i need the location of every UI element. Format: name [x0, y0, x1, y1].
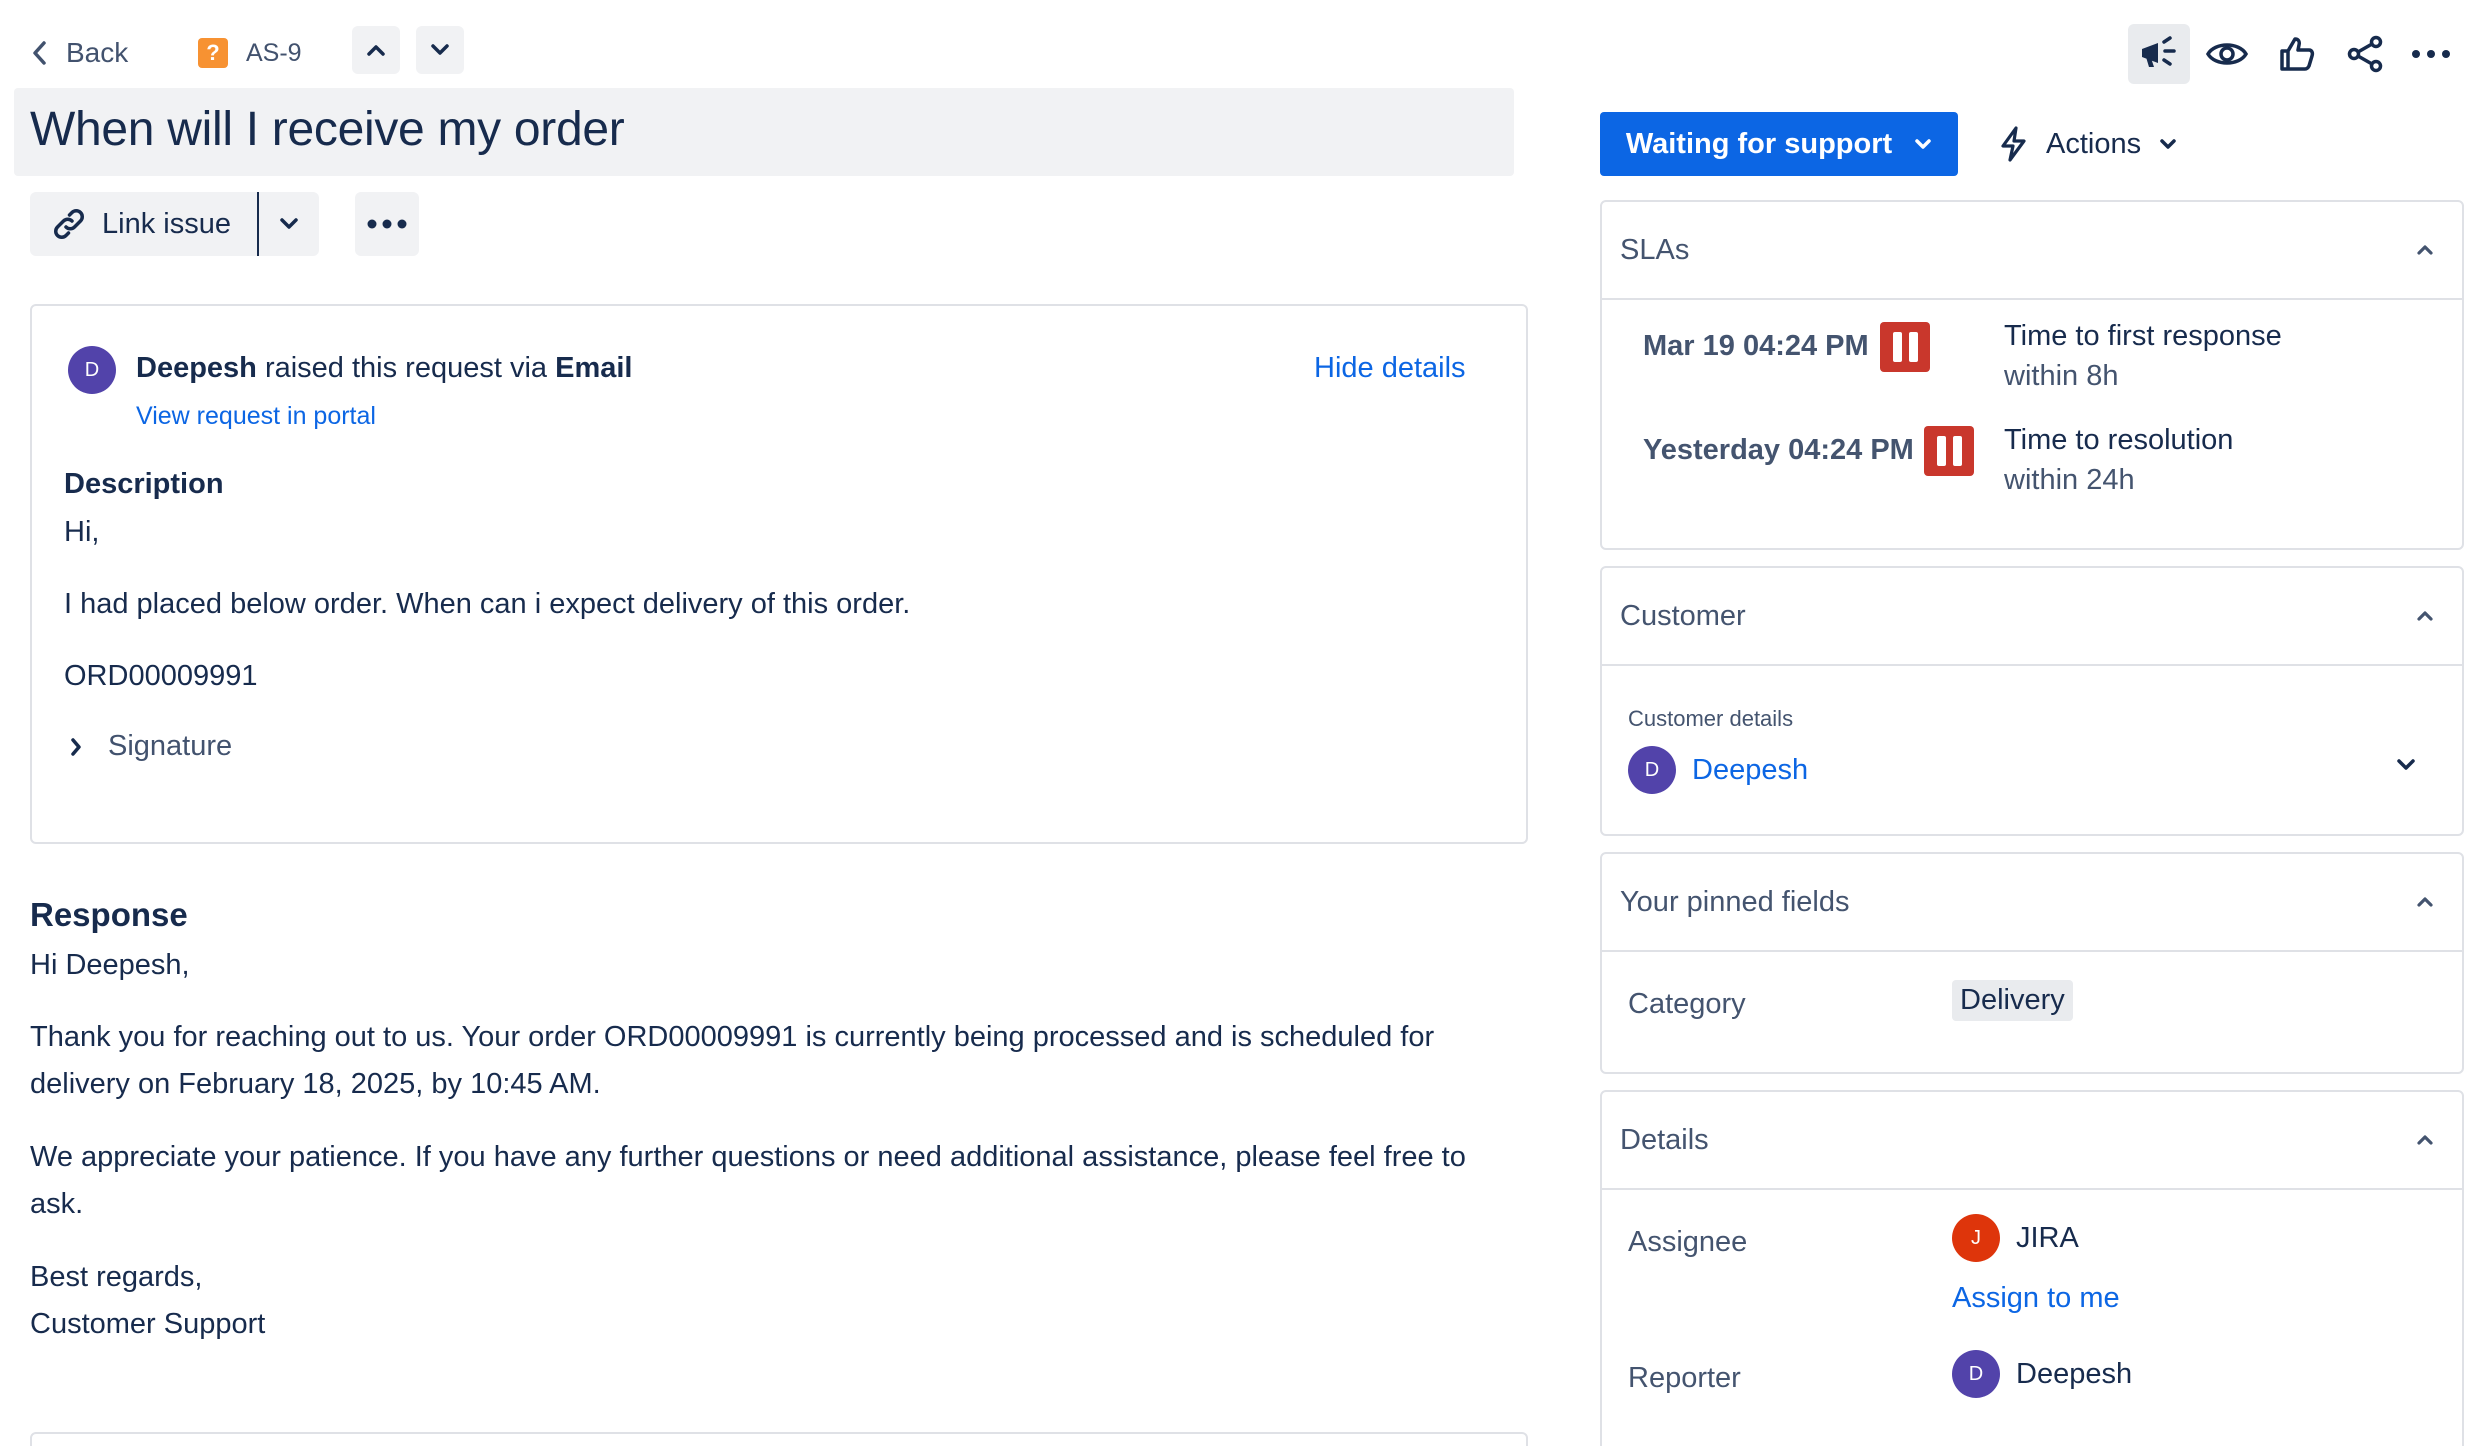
raised-via-text: raised this request via	[264, 352, 548, 384]
more-icon	[367, 219, 407, 229]
sla-name: Time to first response	[2004, 320, 2282, 352]
assignee-name[interactable]: JIRA	[2016, 1222, 2079, 1255]
details-panel-header[interactable]: Details	[1602, 1092, 2462, 1190]
chevron-right-icon	[71, 737, 81, 756]
link-icon	[54, 209, 84, 239]
slas-panel-header[interactable]: SLAs	[1602, 202, 2462, 300]
reporter-name: Deepesh	[136, 352, 257, 384]
assignee-label: Assignee	[1628, 1226, 1748, 1258]
raised-by-text: Deepesh raised this request via Email	[136, 352, 632, 385]
actions-dropdown[interactable]: Actions	[1998, 112, 2177, 176]
share-button[interactable]	[2334, 24, 2396, 84]
customer-name-link[interactable]: Deepesh	[1692, 754, 1808, 787]
pinned-fields-panel: Your pinned fields	[1600, 852, 2464, 1074]
pause-icon	[1924, 426, 1974, 476]
details-heading: Details	[1620, 1123, 1709, 1156]
response-heading: Response	[30, 896, 188, 933]
link-issue-group: Link issue	[30, 192, 319, 256]
next-issue-button[interactable]	[416, 26, 464, 74]
issue-key: AS-9	[246, 38, 302, 67]
chevron-down-icon	[431, 44, 449, 55]
status-dropdown[interactable]: Waiting for support	[1600, 112, 1958, 176]
vote-button[interactable]	[2266, 24, 2328, 84]
sla-due-date: Mar 19 04:24 PM	[1643, 330, 1869, 362]
watch-button[interactable]	[2196, 24, 2258, 84]
customer-heading: Customer	[1620, 599, 1746, 632]
category-value[interactable]: Delivery	[1952, 980, 2073, 1021]
reporter-name[interactable]: Deepesh	[2016, 1358, 2132, 1391]
sla-due-date: Yesterday 04:24 PM	[1643, 434, 1914, 466]
signature-label: Signature	[108, 730, 233, 762]
response-paragraph: Hi Deepesh,	[30, 949, 190, 981]
thumbs-up-icon	[2280, 37, 2315, 71]
megaphone-icon	[2142, 36, 2176, 67]
pinned-fields-heading: Your pinned fields	[1620, 885, 1850, 918]
avatar: D	[1628, 746, 1676, 794]
pinned-fields-panel-header[interactable]: Your pinned fields	[1602, 854, 2462, 952]
sla-name: Time to resolution	[2004, 424, 2234, 456]
customer-details-label: Customer details	[1628, 706, 1794, 731]
chevron-up-icon	[2417, 245, 2433, 255]
chevron-up-icon	[2417, 1135, 2433, 1145]
description-line: I had placed below order. When can i exp…	[64, 588, 911, 620]
view-in-portal-link[interactable]: View request in portal	[136, 402, 376, 431]
chevron-down-icon	[2397, 759, 2415, 770]
response-paragraph: Thank you for reaching out to us. Your o…	[30, 1021, 1435, 1100]
hide-details-button[interactable]: Hide details	[1314, 352, 1466, 385]
share-icon	[2347, 35, 2383, 73]
customer-expand-button[interactable]	[2396, 758, 2416, 777]
chevron-down-icon	[280, 218, 298, 229]
chevron-down-icon	[2160, 139, 2176, 149]
feedback-button[interactable]	[2128, 24, 2190, 84]
lightning-icon	[2001, 126, 2026, 162]
request-details-card	[30, 304, 1528, 844]
previous-issue-button[interactable]	[352, 26, 400, 74]
avatar: J	[1952, 1214, 2000, 1262]
pause-icon	[1880, 322, 1930, 372]
back-button[interactable]: Back	[30, 30, 128, 76]
reporter-label: Reporter	[1628, 1362, 1741, 1394]
status-label: Waiting for support	[1625, 127, 1893, 160]
category-label: Category	[1628, 988, 1746, 1020]
sla-goal: within 8h	[2004, 360, 2119, 392]
description-line: Hi,	[64, 516, 100, 548]
response-paragraph: Best regards,	[30, 1261, 203, 1293]
actions-label: Actions	[2046, 127, 2142, 160]
chevron-up-icon	[2417, 611, 2433, 621]
chevron-left-icon	[33, 41, 46, 65]
customer-panel-header[interactable]: Customer	[1602, 568, 2462, 666]
more-options-button[interactable]	[2400, 24, 2462, 84]
signature-toggle[interactable]: Signature	[70, 730, 232, 763]
chevron-up-icon	[367, 45, 385, 56]
question-issue-icon: ?	[198, 38, 228, 68]
link-issue-dropdown[interactable]	[256, 192, 319, 256]
back-label: Back	[66, 37, 129, 68]
response-paragraph: We appreciate your patience. If you have…	[30, 1141, 1466, 1220]
customer-panel: Customer	[1600, 566, 2464, 836]
assign-to-me-link[interactable]: Assign to me	[1952, 1282, 2120, 1315]
chevron-up-icon	[2417, 897, 2433, 907]
link-issue-button[interactable]: Link issue	[30, 192, 257, 256]
description-heading: Description	[64, 468, 224, 500]
avatar: D	[68, 346, 116, 394]
response-paragraph: Customer Support	[30, 1308, 266, 1340]
description-line: ORD00009991	[64, 660, 258, 692]
activity-card	[30, 1432, 1528, 1446]
issue-key-breadcrumb[interactable]: ? AS-9	[198, 30, 302, 76]
more-actions-button[interactable]	[355, 192, 419, 256]
more-icon	[2412, 50, 2450, 58]
slas-heading: SLAs	[1620, 233, 1690, 266]
channel-name: Email	[555, 352, 633, 384]
eye-icon	[2205, 43, 2249, 65]
chevron-down-icon	[1915, 139, 1931, 149]
issue-title[interactable]: When will I receive my order	[30, 102, 625, 157]
avatar: D	[1952, 1350, 2000, 1398]
sla-goal: within 24h	[2004, 464, 2135, 496]
link-issue-label: Link issue	[102, 207, 231, 240]
